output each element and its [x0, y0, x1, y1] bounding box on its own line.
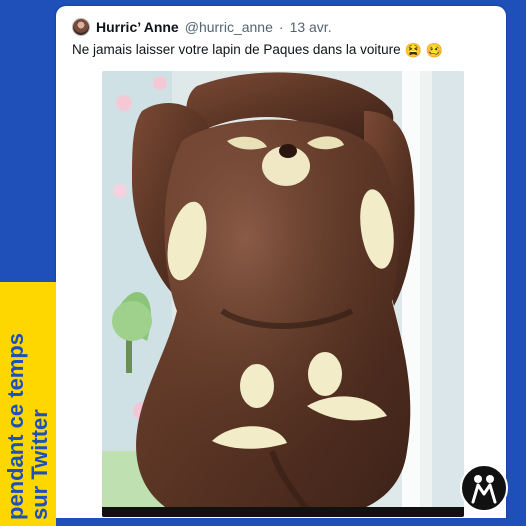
display-name[interactable]: Hurric’ Anne [96, 19, 179, 35]
tweet-card[interactable]: Hurric’ Anne @hurric_anne · 13 avr. Ne j… [56, 6, 506, 526]
avatar[interactable] [72, 18, 90, 36]
tired-face-emoji: 😫 [404, 42, 422, 58]
woozy-face-emoji: 🥴 [425, 42, 444, 58]
tweet-header: Hurric’ Anne @hurric_anne · 13 avr. [72, 16, 332, 38]
tweet-image[interactable] [102, 71, 464, 517]
side-banner-line-1: pendant ce temps [3, 332, 28, 520]
tweet-date[interactable]: 13 avr. [290, 19, 332, 35]
user-handle[interactable]: @hurric_anne [185, 19, 273, 35]
tweet-text: Ne jamais laisser votre lapin de Paques … [72, 42, 492, 59]
tweet-body: Ne jamais laisser votre lapin de Paques … [72, 42, 401, 57]
separator-dot: · [278, 19, 284, 35]
bottom-strip [56, 518, 526, 526]
side-banner-line-2: sur Twitter [27, 409, 52, 520]
melted-chocolate-bunny-illustration [102, 71, 464, 517]
side-banner-text: pendant ce temps sur Twitter [3, 280, 52, 520]
logo-icon[interactable] [460, 464, 508, 512]
